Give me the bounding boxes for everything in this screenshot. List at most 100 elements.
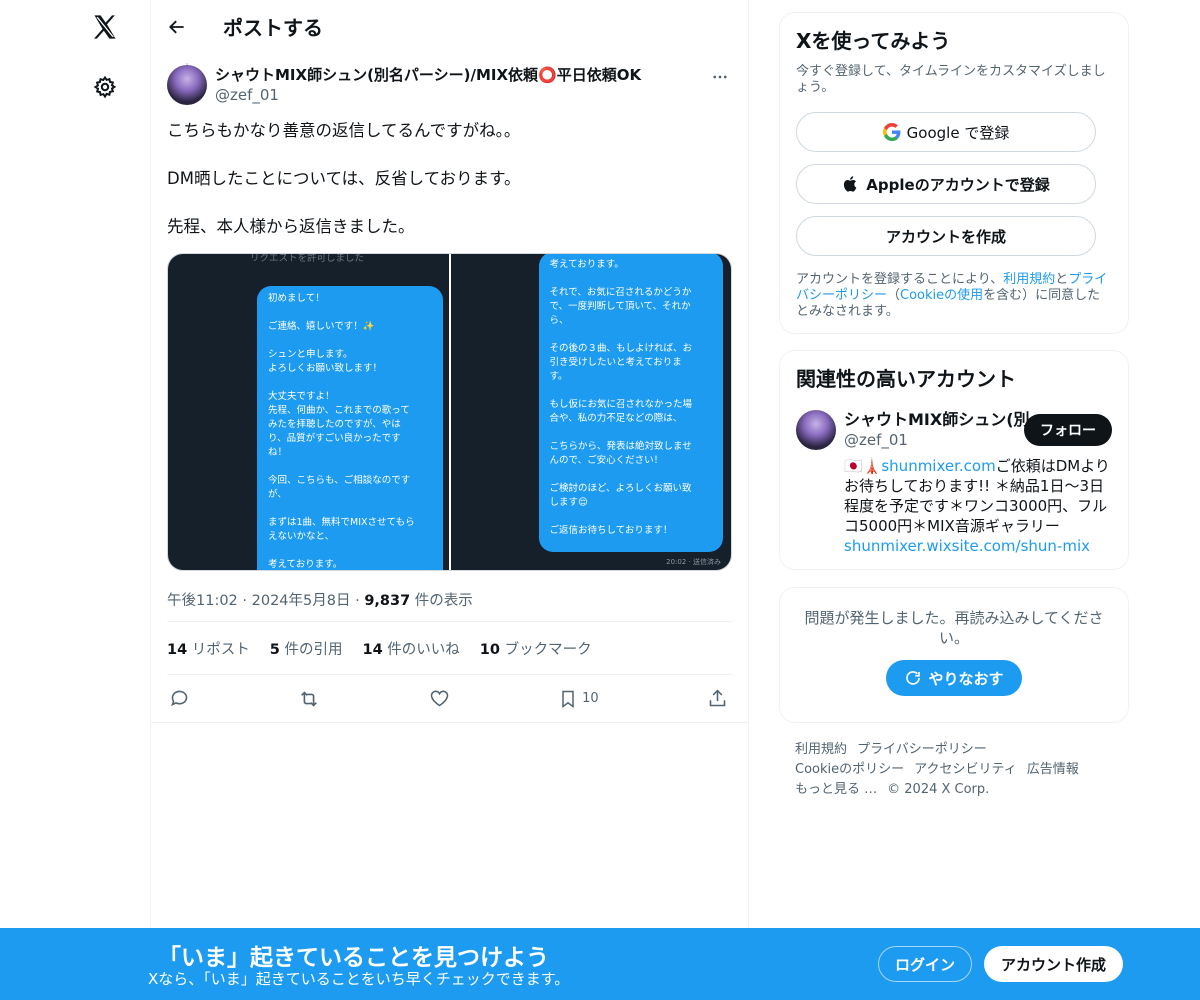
message-line: えないかなと、 <box>268 531 335 542</box>
message-bubble: 考えております。 それで、お気に召されるかどうか で、一度判断して頂いて、それか ら、… <box>538 254 723 552</box>
message-line: ご検討のほど、よろしくお願い致 <box>549 483 692 494</box>
message-line <box>268 334 432 348</box>
signup-card: Xを使ってみよう 今すぐ登録して、タイムラインをカスタマイズしましょう。 Goo… <box>779 12 1129 334</box>
message-line: それで、お気に召されるかどうか <box>549 287 692 298</box>
avatar[interactable] <box>796 410 836 450</box>
message-line: よろしくお願い致します！ <box>268 363 383 374</box>
bio-link[interactable]: shunmixer.wixsite.com/shun-mix <box>844 537 1090 555</box>
share-icon[interactable] <box>707 688 728 709</box>
cookie-link[interactable]: Cookieの使用 <box>900 288 983 303</box>
message-line: ご連絡、嬉しいです！✨ <box>268 321 375 332</box>
footer-link[interactable]: Cookieのポリシー <box>795 762 904 777</box>
message-line: もし仮にお気に召されなかった場 <box>549 399 693 410</box>
message-line: みたを拝聴したのですが、やは <box>268 419 401 430</box>
reply-icon[interactable] <box>169 688 190 709</box>
message-line: が、 <box>268 489 287 500</box>
related-bio: 🇯🇵🗼shunmixer.comご依頼はDMよりお待ちしております!! ＊納品1… <box>844 457 1110 555</box>
repost-icon[interactable] <box>298 688 320 710</box>
message-line: 大丈夫ですよ！ <box>268 391 335 402</box>
message-line <box>268 460 432 474</box>
footer-link[interactable]: アクセシビリティ <box>914 762 1017 777</box>
message-line <box>550 272 712 286</box>
follow-button[interactable]: フォロー <box>1024 414 1112 446</box>
post-meta: 午後11:02 · 2024年5月8日 · 9,837 件の表示 <box>167 593 473 609</box>
bookmark-count: 10 <box>582 691 599 706</box>
message-line: こちらから、発表は絶対致しませ <box>549 441 692 452</box>
banner-headline: 「いま」起きていることを見つけよう <box>158 945 549 971</box>
more-icon[interactable] <box>710 67 730 87</box>
post-media[interactable]: リクエストを許可しました 初めまして！ ご連絡、嬉しいです！✨ シュンと申します。よ… <box>167 253 732 571</box>
related-card-title: 関連性の高いアカウント <box>796 367 1016 391</box>
related-account[interactable]: シャウトMIX師シュン(別 @zef_01 フォロー 🇯🇵🗼shunmixer.… <box>796 410 1112 556</box>
views-label: 件の表示 <box>414 593 473 609</box>
message-line <box>268 502 432 516</box>
display-name[interactable]: シャウトMIX師シュン(別名パーシー)/MIX依頼⭕平日依頼OK <box>215 65 641 85</box>
handle[interactable]: @zef_01 <box>215 85 641 105</box>
post-text: こちらもかなり善意の返信してるんですがね。。 DM晒したことについては、反省して… <box>167 119 732 239</box>
create-account-button[interactable]: アカウントを作成 <box>796 216 1096 256</box>
message-line <box>268 306 432 320</box>
bookmark-icon <box>562 690 574 708</box>
message-line: す。 <box>549 371 568 382</box>
message-timestamp: 20:02 · 送信済み <box>666 558 721 566</box>
error-card: 問題が発生しました。再読み込みしてください。 やりなおす <box>779 587 1129 723</box>
message-line <box>268 376 432 390</box>
message-line <box>550 328 712 342</box>
back-arrow-icon[interactable] <box>165 15 189 39</box>
message-line <box>550 384 712 398</box>
message-line: ご返信お待ちしております！ <box>549 525 673 536</box>
post-time[interactable]: 午後11:02 <box>167 593 238 609</box>
login-button[interactable]: ログイン <box>878 946 972 982</box>
left-nav <box>0 0 150 1000</box>
post: シャウトMIX師シュン(別名パーシー)/MIX依頼⭕平日依頼OK @zef_01… <box>151 63 748 723</box>
banner-subline: Xなら、「いま」起きていることをいち早くチェックできます。 <box>148 970 570 988</box>
stat-quotes[interactable]: 5 件の引用 <box>270 638 343 659</box>
x-logo-icon[interactable] <box>86 8 124 46</box>
message-bubble: 初めまして！ ご連絡、嬉しいです！✨ シュンと申します。 よろしくお願い致します！ 大丈… <box>257 286 443 570</box>
message-line: その後の３曲、もしよければ、お <box>549 343 693 354</box>
post-author: シャウトMIX師シュン(別名パーシー)/MIX依頼⭕平日依頼OK @zef_01 <box>167 65 732 105</box>
stat-likes[interactable]: 14 件のいいね <box>363 638 460 659</box>
message-line: 初めまして！ <box>268 293 325 304</box>
gear-icon[interactable] <box>90 72 120 102</box>
message-line: 引き受けしたいと考えておりま <box>549 357 682 368</box>
bookmark-button[interactable]: 10 <box>558 689 599 709</box>
bottom-banner: 「いま」起きていることを見つけよう Xなら、「いま」起きていることをいち早くチェ… <box>0 928 1200 1000</box>
message-line: 今回、こちらも、ご相談なのです <box>268 475 411 486</box>
related-accounts-card: 関連性の高いアカウント シャウトMIX師シュン(別 @zef_01 フォロー 🇯… <box>779 350 1129 570</box>
footer-link[interactable]: プライバシーポリシー <box>857 742 987 757</box>
like-icon[interactable] <box>429 688 450 709</box>
post-text-line: DM晒したことについては、反省しております。 <box>167 169 521 188</box>
signup-button[interactable]: アカウント作成 <box>984 946 1123 982</box>
signup-legal-text: アカウントを登録することにより、利用規約とプライバシーポリシー（Cookieの使… <box>796 272 1108 319</box>
message-line: まずは1曲、無料でMIXさせてもら <box>268 517 415 528</box>
google-signup-button[interactable]: Google で登録 <box>796 112 1096 152</box>
top-bar: ポストする <box>151 0 748 53</box>
post-date[interactable]: 2024年5月8日 <box>252 593 351 609</box>
message-line: 先程、何曲か、これまでの歌って <box>268 405 410 416</box>
apple-signup-button[interactable]: Appleのアカウントで登録 <box>796 164 1096 204</box>
media-image-left[interactable]: リクエストを許可しました 初めまして！ ご連絡、嬉しいです！✨ シュンと申します。よ… <box>168 254 449 570</box>
message-line <box>550 426 712 440</box>
message-line: で、一度判断して頂いて、それか <box>549 301 691 312</box>
page-title: ポストする <box>223 16 323 40</box>
footer-link[interactable]: 広告情報 <box>1027 762 1079 777</box>
stat-reposts[interactable]: 14 リポスト <box>167 638 250 659</box>
footer-link[interactable]: もっと見る … <box>795 782 877 797</box>
media-image-right[interactable]: 考えております。 それで、お気に召されるかどうか で、一度判断して頂いて、それか ら、… <box>448 254 731 570</box>
main-column: ポストする シャウトMIX師シュン(別名パーシー)/MIX依頼⭕平日依頼OK @… <box>150 0 749 1000</box>
apple-icon <box>844 176 857 192</box>
message-line: 合や、私の力不足などの際は、 <box>549 413 683 424</box>
message-line <box>550 510 712 524</box>
signup-card-subtitle: 今すぐ登録して、タイムラインをカスタマイズしましょう。 <box>796 64 1106 95</box>
bio-link[interactable]: shunmixer.com <box>881 457 995 475</box>
stat-bookmarks[interactable]: 10 ブックマーク <box>480 638 592 659</box>
message-line: ね！ <box>268 447 288 458</box>
copyright: © 2024 X Corp. <box>887 782 990 797</box>
retry-button[interactable]: やりなおす <box>886 660 1022 696</box>
message-line: り、品質がすごい良かったです <box>268 433 401 444</box>
avatar[interactable] <box>167 65 207 105</box>
footer-link[interactable]: 利用規約 <box>795 742 847 757</box>
terms-link[interactable]: 利用規約 <box>1003 272 1055 287</box>
post-text-line: 先程、本人様から返信きました。 <box>167 217 415 236</box>
